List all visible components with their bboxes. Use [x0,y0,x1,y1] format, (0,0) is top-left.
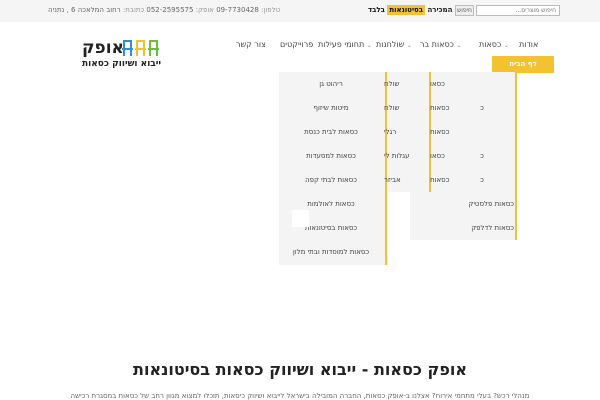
dropdown-item[interactable]: ריהוט גן [279,80,383,88]
dropdown-item[interactable]: כסאו [430,80,450,88]
logo-name: אופק [82,38,124,58]
search-button[interactable]: חיפוש [455,5,474,16]
site-logo[interactable]: אופק ייבוא ושיווק כסאות [80,38,165,74]
home-button[interactable]: דף הבית [492,56,554,73]
chevron-down-icon: ⌄ [503,42,509,49]
dropdown-item[interactable]: עגלות לי [384,152,414,160]
dropdown-item[interactable]: כסאות למוסדות ובתי מלון [279,248,383,256]
chair-icon [135,40,146,56]
address-label: כתובת: [122,6,145,14]
contact-info: טלפון: 09-7730428 אופק: 052-2595575 כתוב… [48,6,280,14]
search-input[interactable] [476,5,560,16]
top-bar: טלפון: 09-7730428 אופק: 052-2595575 כתוב… [0,0,600,22]
dropdown-item[interactable]: כסאות פלסטיק [410,200,514,208]
nav-label: אודות [519,40,539,49]
overlay-square [292,210,309,227]
dropdown-item[interactable]: כסאו [430,152,450,160]
nav-label: פרוייקטים [280,40,314,49]
chevron-down-icon: ⌄ [456,42,462,49]
dropdown-item[interactable]: כסאות לבית כנסת [279,128,383,136]
chairs-logo-icon [122,40,159,56]
nav-label: צור קשר [236,40,266,49]
logo-tagline: ייבוא ושיווק כסאות [82,59,162,69]
hero-title: אופק כסאות - ייבוא ושיווק כסאות בסיטונאו… [133,360,467,379]
dropdown-item[interactable]: כסאות [430,128,454,136]
wholesale-notice: המכירה בסיטונאות בלבד [368,5,453,15]
chevron-down-icon: ⌄ [406,42,412,49]
mobile-number[interactable]: 052-2595575 [146,6,193,14]
dropdown-item[interactable]: כסאות לדלפק [410,224,514,232]
dropdown-divider [385,72,387,265]
nav-activity-areas[interactable]: ⌄ תחומי פעילות [318,40,372,49]
notice-highlight: בסיטונאות [387,5,426,15]
chair-icon [148,40,159,56]
dropdown-divider [515,72,517,240]
chevron-down-icon: ⌄ [366,42,372,49]
mobile-label: אופק: [195,6,214,14]
nav-chairs[interactable]: ⌄ כסאות [479,40,509,49]
dropdown-item[interactable]: כסאות [430,176,454,184]
nav-tables[interactable]: ⌄ שולחנות [376,40,412,49]
dropdown-item[interactable]: כ [478,176,486,184]
dropdown-item[interactable]: שולח [384,104,404,112]
dropdown-item[interactable]: כ [478,152,486,160]
dropdown-item[interactable]: רגלי [384,128,404,136]
dropdown-item[interactable]: כ [478,104,486,112]
phone-number[interactable]: 09-7730428 [216,6,259,14]
notice-text-end: בלבד [368,6,385,14]
nav-projects[interactable]: פרוייקטים [280,40,313,49]
nav-contact[interactable]: צור קשר [236,40,266,49]
dropdown-item[interactable]: כסאות לאולמות [279,200,383,208]
dropdown-activity-areas [279,72,388,265]
notice-text: המכירה [427,6,453,14]
nav-label: שולחנות [376,40,405,49]
dropdown-item[interactable]: כסאות לבתי קפה [279,176,383,184]
dropdown-item[interactable]: כסאות [430,104,454,112]
dropdown-item[interactable]: שולח [384,80,404,88]
address: רחוב המלאכה 6 , נתניה [48,6,121,14]
phone-label: טלפון: [261,6,281,14]
dropdown-item[interactable]: אביזר [384,176,408,184]
nav-bar-chairs[interactable]: ⌄ כסאות בר [420,40,461,49]
hero-subtitle: מנהלי רכש? בעלי מתחמי אירוח? אצלנו ב-אופ… [70,392,530,400]
dropdown-item[interactable]: כסאות למסעדות [279,152,383,160]
nav-label: כסאות בר [420,40,454,49]
nav-about[interactable]: אודות [519,40,538,49]
dropdown-item[interactable]: מיטות שיזוף [279,104,383,112]
nav-label: כסאות [479,40,502,49]
nav-label: תחומי פעילות [318,40,365,49]
